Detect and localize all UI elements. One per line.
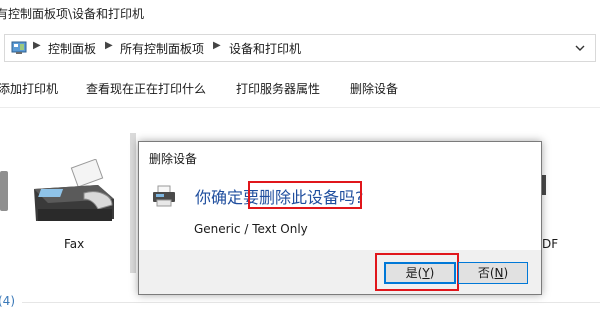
breadcrumb-devices-printers[interactable]: 设备和打印机	[229, 40, 301, 57]
device-label-partial: DF	[542, 237, 559, 251]
fax-label: Fax	[64, 237, 85, 251]
print-server-properties-button[interactable]: 打印服务器属性	[236, 80, 320, 97]
no-button[interactable]: 否(N)	[458, 262, 528, 284]
window-titlebar: 有控制面板项\设备和打印机	[0, 0, 600, 28]
address-bar[interactable]: ▶ 控制面板 ▶ 所有控制面板项 ▶ 设备和打印机	[4, 34, 596, 62]
see-whats-printing-button[interactable]: 查看现在正在打印什么	[86, 80, 206, 97]
delete-device-dialog: 删除设备 你确定要删除此设备吗? Generic / Text Only 是(Y…	[138, 141, 542, 295]
no-button-label: 否	[477, 266, 490, 280]
chevron-right-icon[interactable]: ▶	[105, 40, 113, 51]
dialog-body: 你确定要删除此设备吗? Generic / Text Only	[139, 170, 541, 250]
dialog-titlebar[interactable]: 删除设备	[139, 142, 541, 170]
breadcrumb-control-panel[interactable]: 控制面板	[48, 40, 96, 57]
annotation-highlight	[248, 181, 362, 209]
dialog-title: 删除设备	[149, 152, 198, 166]
dialog-footer: 是(Y) 否(N)	[139, 250, 541, 294]
control-panel-icon	[11, 41, 27, 54]
chevron-right-icon[interactable]: ▶	[33, 40, 41, 51]
yes-button-label: 是	[405, 266, 418, 280]
breadcrumb-all-items[interactable]: 所有控制面板项	[120, 40, 204, 57]
chevron-down-icon[interactable]	[573, 41, 587, 55]
group-divider	[22, 302, 600, 303]
group-count[interactable]: (4)	[0, 294, 15, 308]
printer-icon[interactable]	[0, 171, 8, 211]
yes-button[interactable]: 是(Y)	[384, 262, 456, 284]
add-printer-button[interactable]: 添加打印机	[0, 80, 58, 97]
selected-device-tile[interactable]	[130, 133, 136, 273]
yes-accelerator-key: Y	[422, 266, 430, 280]
chevron-right-icon[interactable]: ▶	[213, 40, 221, 51]
no-accelerator-key: N	[494, 266, 504, 280]
remove-device-button[interactable]: 删除设备	[350, 80, 398, 97]
window-title: 有控制面板项\设备和打印机	[0, 7, 145, 21]
fax-icon[interactable]	[28, 159, 120, 229]
command-bar: 添加打印机 查看现在正在打印什么 打印服务器属性 删除设备	[0, 68, 600, 108]
printer-icon	[153, 185, 175, 207]
device-name: Generic / Text Only	[194, 222, 308, 236]
